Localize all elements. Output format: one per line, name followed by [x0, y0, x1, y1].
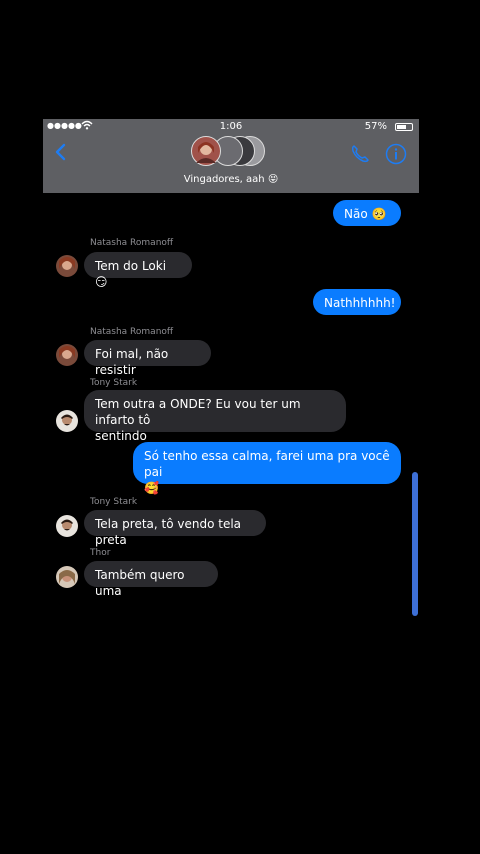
sender-name: Tony Stark [90, 378, 138, 388]
conversation-header: ●●●●● 1:06 57% Vingadores, aah 😝 [43, 119, 419, 193]
group-avatars[interactable] [191, 136, 271, 168]
back-chevron-icon[interactable] [51, 141, 71, 163]
message-text: Só tenho essa calma, farei uma pra você … [144, 449, 390, 479]
avatar[interactable] [56, 566, 78, 588]
outgoing-message[interactable]: Nathhhhhh! [313, 289, 401, 315]
sender-name: Thor [90, 548, 111, 558]
avatar[interactable] [56, 410, 78, 432]
message-text: Tem outra a ONDE? Eu vou ter um infarto … [95, 397, 301, 427]
avatar[interactable] [56, 515, 78, 537]
incoming-message[interactable]: Tem do Loki 😏 [84, 252, 192, 289]
incoming-message[interactable]: Também quero uma [84, 561, 218, 598]
clock: 1:06 [219, 121, 243, 132]
avatar[interactable] [56, 255, 78, 277]
avatar [191, 136, 221, 166]
message-text: 🥰 [144, 481, 159, 495]
phone-icon[interactable] [349, 143, 371, 165]
battery-icon [395, 123, 413, 131]
group-name[interactable]: Vingadores, aah 😝 [43, 174, 419, 185]
message-text: Nathhhhhh! [324, 296, 396, 310]
info-icon[interactable] [385, 143, 407, 165]
incoming-message[interactable]: Tela preta, tô vendo tela preta [84, 510, 266, 547]
message-text: Não 🥺 [344, 207, 387, 221]
battery-percent: 57% [364, 121, 387, 132]
avatar[interactable] [56, 344, 78, 366]
sender-name: Tony Stark [90, 497, 138, 507]
status-bar: ●●●●● 1:06 57% [43, 119, 419, 135]
outgoing-message[interactable]: Só tenho essa calma, farei uma pra você … [133, 442, 401, 495]
outgoing-message[interactable]: Não 🥺 [333, 200, 401, 226]
sender-name: Natasha Romanoff [90, 327, 174, 337]
sender-name: Natasha Romanoff [90, 238, 174, 248]
incoming-message[interactable]: Foi mal, não resistir [84, 340, 211, 377]
incoming-message[interactable]: Tem outra a ONDE? Eu vou ter um infarto … [84, 390, 346, 443]
scrollbar[interactable] [412, 472, 418, 616]
